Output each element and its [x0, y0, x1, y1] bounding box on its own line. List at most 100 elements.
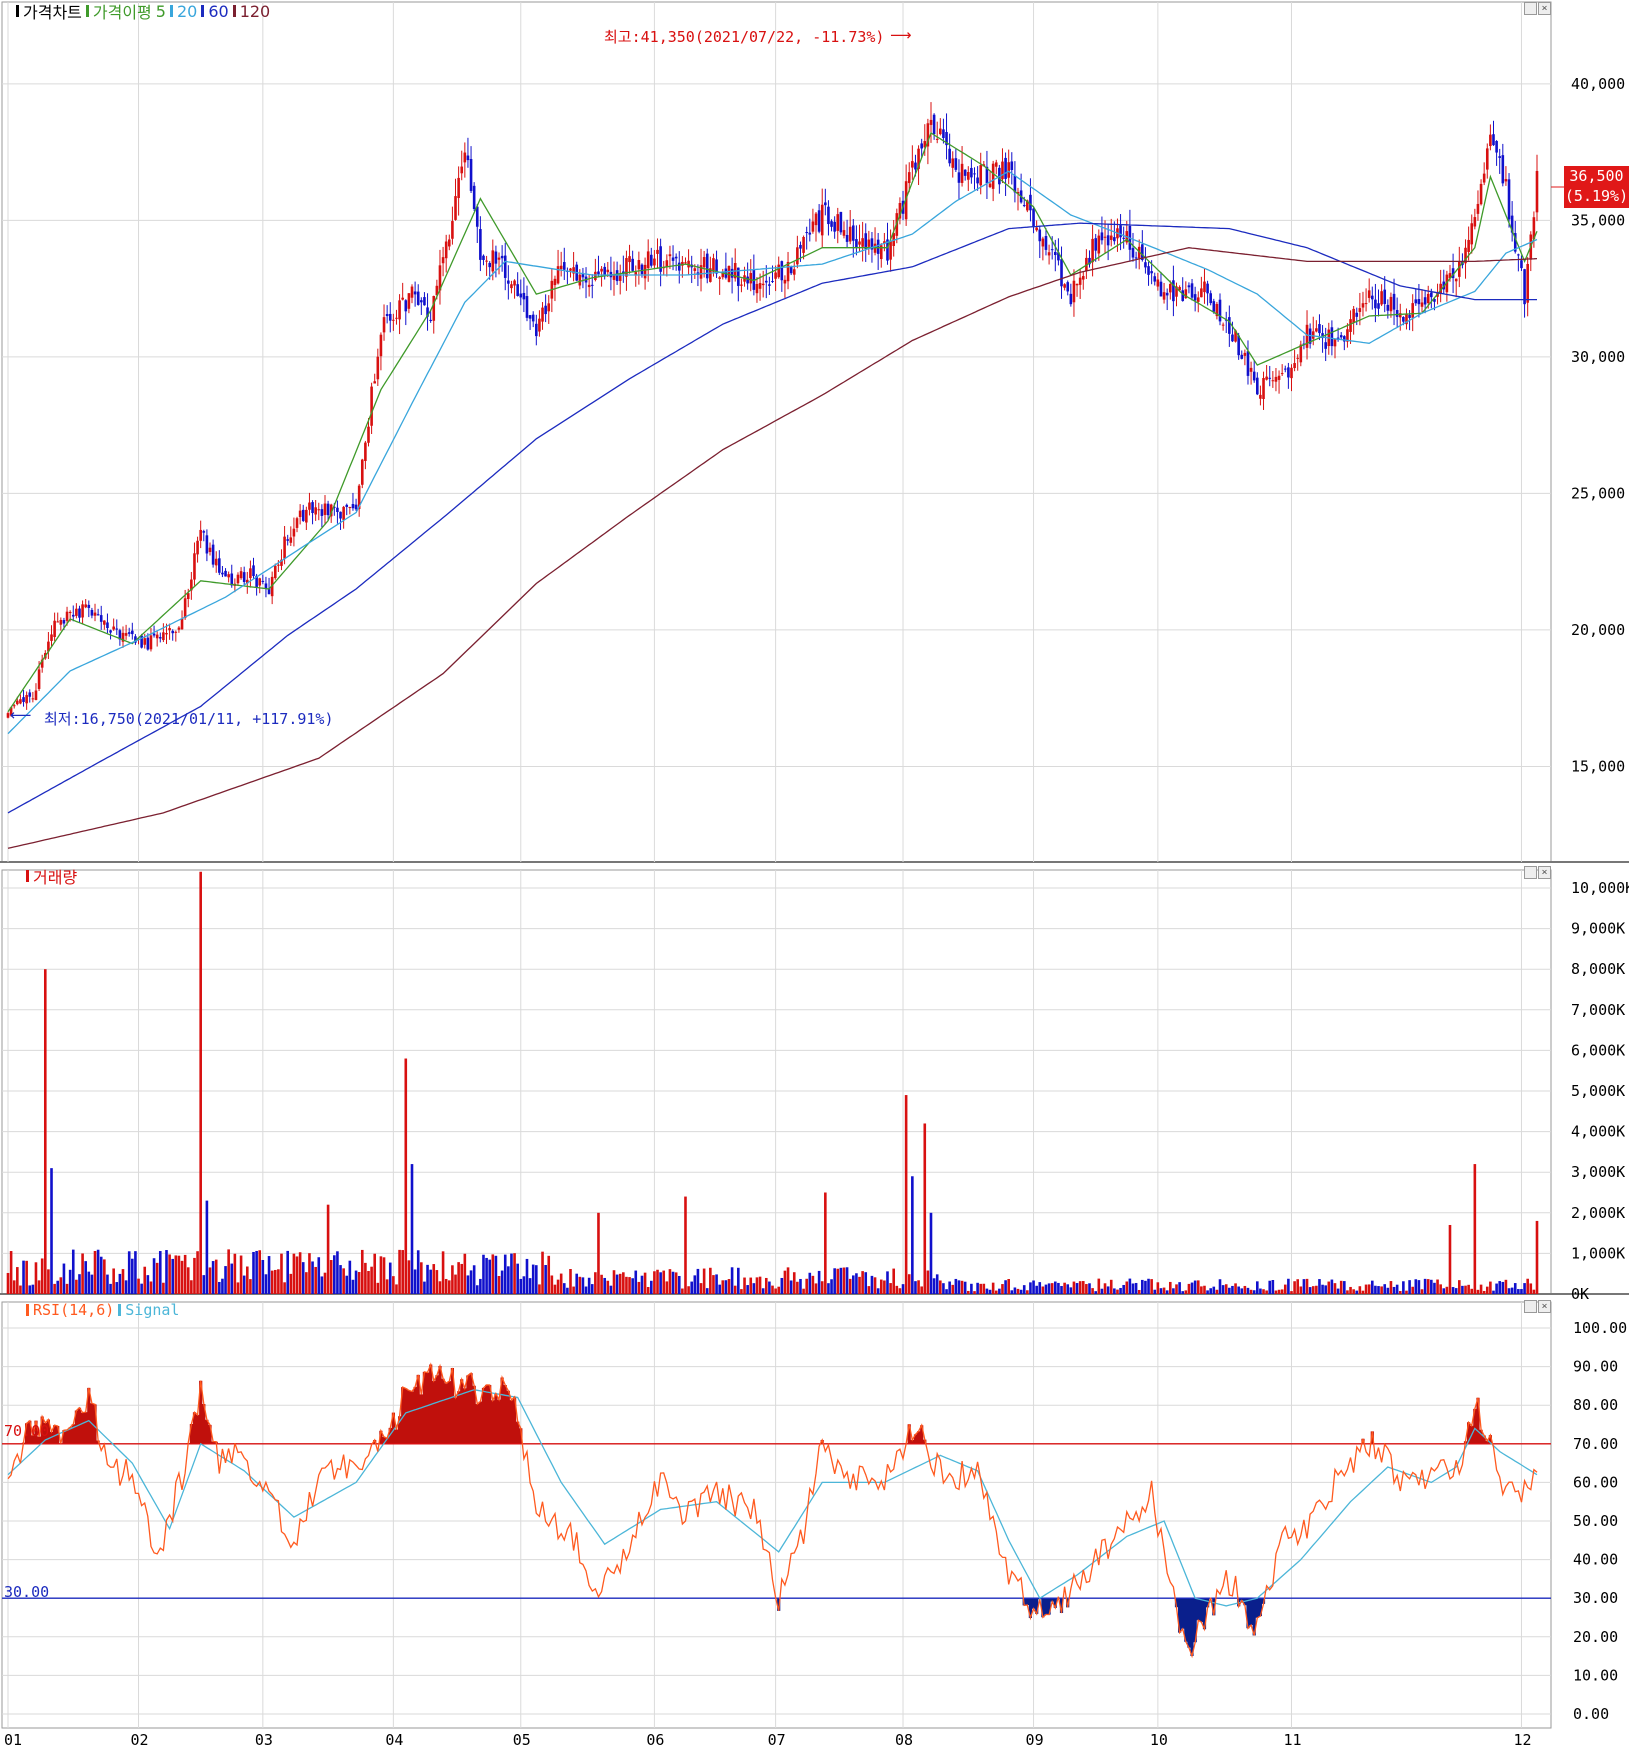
volume-bar — [382, 1257, 386, 1294]
rsi-pane-minimize-button[interactable] — [1524, 1300, 1537, 1313]
candle-body — [370, 386, 373, 426]
candle-body — [249, 568, 252, 579]
volume-bar — [1268, 1280, 1272, 1294]
candle — [1224, 311, 1228, 334]
candle — [1349, 310, 1352, 344]
candle — [895, 208, 899, 244]
price-pane-header: 가격차트 가격이평 5 20 60 120 — [2, 1, 270, 22]
candle-body — [684, 262, 687, 264]
candle-body — [705, 253, 709, 279]
candle-body — [1343, 336, 1346, 342]
candle — [1057, 238, 1060, 266]
candle — [158, 632, 162, 643]
volume-bar — [771, 1285, 774, 1294]
candle-body — [1137, 246, 1141, 259]
volume-bar — [1125, 1281, 1129, 1294]
volume-bar — [1473, 1164, 1477, 1294]
candle — [1454, 278, 1458, 298]
volume-bar — [649, 1280, 653, 1294]
candle — [19, 694, 22, 705]
volume-bar — [1417, 1280, 1421, 1294]
candle-body — [423, 297, 426, 306]
volume-bar — [1274, 1290, 1278, 1294]
candle — [864, 223, 868, 262]
candle — [789, 265, 793, 276]
candle-body — [152, 633, 156, 636]
volume-bar — [935, 1274, 939, 1294]
candle-body — [121, 632, 125, 642]
candle-body — [1032, 208, 1035, 227]
volume-pane-frame — [1, 869, 1552, 1295]
candle-body — [171, 630, 175, 634]
candle — [1072, 269, 1076, 317]
volume-pane-minimize-button[interactable] — [1524, 866, 1537, 879]
volume-bar — [78, 1274, 81, 1294]
candle-body — [1256, 377, 1259, 395]
candle-body — [1246, 351, 1250, 376]
volume-bar — [970, 1283, 973, 1294]
volume-bar — [994, 1290, 998, 1294]
candle-body — [357, 485, 361, 510]
volume-bar — [1193, 1280, 1197, 1294]
candle-body — [1097, 235, 1101, 254]
volume-bar — [749, 1277, 753, 1294]
candle-body — [659, 246, 662, 272]
rsi-pane-close-button[interactable]: × — [1538, 1300, 1551, 1313]
volume-bar — [988, 1289, 992, 1294]
candle — [155, 631, 159, 647]
volume-bar — [149, 1281, 153, 1294]
candle — [1047, 244, 1051, 265]
volume-bar — [87, 1271, 91, 1294]
candle — [662, 260, 666, 276]
volume-bar — [447, 1280, 451, 1294]
volume-bar — [199, 871, 202, 1294]
volume-bar — [761, 1288, 765, 1294]
volume-bar — [811, 1275, 815, 1294]
candle-body — [1100, 232, 1104, 241]
volume-bar — [242, 1275, 246, 1294]
candle-body — [1361, 303, 1365, 308]
candle — [842, 221, 846, 239]
volume-bar — [165, 1250, 168, 1294]
candle-body — [224, 570, 227, 577]
candle-body — [1271, 380, 1275, 382]
volume-bar — [867, 1286, 871, 1294]
candle-body — [1234, 330, 1237, 342]
candle-body — [507, 280, 510, 284]
candle-body — [68, 611, 72, 614]
volume-bar — [1290, 1291, 1293, 1294]
candle-body — [93, 612, 97, 616]
candle-body — [839, 211, 843, 233]
volume-bar — [659, 1272, 662, 1294]
volume-bar — [709, 1267, 712, 1294]
candle-body — [1426, 293, 1430, 304]
candle — [90, 607, 94, 619]
candle-body — [600, 268, 603, 272]
price-pane-close-button[interactable]: × — [1538, 2, 1551, 15]
volume-bar — [311, 1261, 314, 1294]
candle-body — [395, 317, 398, 319]
candle-body — [618, 275, 622, 281]
volume-bar — [1364, 1284, 1368, 1294]
candle — [463, 142, 467, 178]
candle-body — [140, 635, 143, 648]
candle — [342, 505, 345, 529]
volume-bar — [737, 1267, 740, 1294]
candle-body — [1367, 290, 1371, 298]
candle-body — [1470, 223, 1474, 245]
candle-body — [948, 148, 951, 164]
volume-bar — [1526, 1278, 1529, 1294]
volume-bar — [1128, 1278, 1132, 1294]
candle — [134, 634, 137, 645]
volume-pane-close-button[interactable]: × — [1538, 866, 1551, 879]
candle — [1330, 320, 1334, 356]
price-pane-minimize-button[interactable] — [1524, 2, 1537, 15]
candle-body — [62, 620, 66, 624]
candle — [740, 278, 743, 293]
candle-body — [186, 593, 190, 599]
volume-bar — [1287, 1278, 1290, 1294]
candle-body — [1091, 238, 1094, 263]
candle-body — [1156, 279, 1160, 287]
candle-body — [861, 238, 864, 247]
candle — [1535, 154, 1539, 222]
